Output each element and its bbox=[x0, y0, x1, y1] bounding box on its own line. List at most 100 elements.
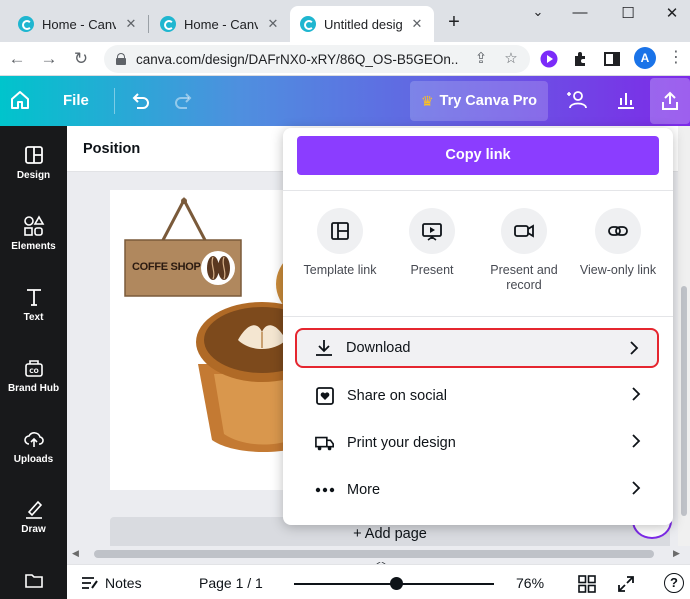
sidebar-item-label: Design bbox=[16, 170, 51, 181]
sidebar-item-label: Draw bbox=[21, 524, 46, 535]
download-icon bbox=[316, 340, 332, 356]
brand-hub-icon: CO bbox=[24, 360, 43, 377]
browser-tab-home-1[interactable]: Home - Canva ✕ bbox=[8, 6, 148, 42]
template-link-label: Template link bbox=[303, 263, 377, 277]
sidebar-item-label: Elements bbox=[11, 241, 56, 252]
canva-favicon-icon bbox=[300, 16, 316, 32]
tab-title: Untitled design bbox=[324, 16, 402, 32]
copy-link-button[interactable]: Copy link bbox=[297, 136, 659, 175]
download-label: Download bbox=[346, 340, 411, 356]
window-maximize-button[interactable]: ☐ bbox=[618, 4, 638, 22]
present-record-icon-circle bbox=[501, 208, 547, 254]
design-icon bbox=[24, 146, 43, 164]
help-icon[interactable]: ? bbox=[664, 573, 684, 593]
new-tab-button[interactable]: + bbox=[444, 12, 464, 32]
sidebar-item-label: Text bbox=[23, 312, 44, 323]
window-minimize-button[interactable]: — bbox=[570, 4, 590, 21]
share-page-icon[interactable]: ⇪ bbox=[472, 51, 490, 67]
sidebar-item-text[interactable]: Text bbox=[0, 286, 67, 346]
share-upload-icon bbox=[662, 91, 678, 110]
zoom-slider-knob[interactable] bbox=[390, 577, 403, 590]
share-social-icon-wrap bbox=[315, 386, 335, 406]
extensions-puzzle-icon[interactable] bbox=[572, 50, 590, 68]
zoom-level[interactable]: 76% bbox=[516, 575, 544, 591]
share-button[interactable] bbox=[650, 78, 690, 124]
share-on-social-label: Share on social bbox=[347, 388, 447, 404]
view-only-link-label: View-only link bbox=[579, 263, 657, 277]
uploads-icon bbox=[23, 432, 44, 447]
canva-favicon-icon bbox=[18, 16, 34, 32]
scroll-right-arrow-icon[interactable]: ▶ bbox=[673, 548, 680, 559]
try-canva-pro-button[interactable]: ♛ Try Canva Pro bbox=[410, 81, 548, 121]
fullscreen-icon[interactable] bbox=[617, 575, 635, 593]
sidebar-item-design[interactable]: Design bbox=[0, 144, 67, 204]
try-canva-pro-label: Try Canva Pro bbox=[439, 93, 538, 109]
header-divider bbox=[114, 88, 115, 114]
share-on-social-row[interactable]: Share on social bbox=[295, 376, 659, 416]
text-icon bbox=[26, 289, 41, 306]
template-link-option[interactable]: Template link bbox=[292, 208, 388, 278]
add-people-icon[interactable] bbox=[565, 88, 591, 112]
template-link-icon-circle bbox=[317, 208, 363, 254]
view-only-link-option[interactable]: View-only link bbox=[570, 208, 666, 278]
redo-icon[interactable] bbox=[173, 90, 195, 112]
scroll-left-arrow-icon[interactable]: ◀ bbox=[72, 548, 79, 559]
vertical-scroll-thumb[interactable] bbox=[681, 286, 687, 516]
page-indicator[interactable]: Page 1 / 1 bbox=[199, 575, 263, 591]
profile-avatar[interactable]: A bbox=[634, 47, 656, 69]
sidebar-item-brand-hub[interactable]: CO Brand Hub bbox=[0, 357, 67, 417]
browser-menu-icon[interactable]: ⋮ bbox=[668, 48, 684, 68]
sidebar-item-elements[interactable]: Elements bbox=[0, 215, 67, 275]
download-row[interactable]: Download bbox=[295, 328, 659, 368]
editor-footer: Notes Page 1 / 1 76% ? bbox=[67, 564, 690, 599]
tab-close-icon[interactable]: ✕ bbox=[124, 16, 138, 32]
sidebar-item-projects[interactable] bbox=[0, 569, 67, 599]
reload-icon[interactable]: ↻ bbox=[70, 49, 92, 69]
insights-chart-icon[interactable] bbox=[615, 89, 637, 111]
window-collapse-icon[interactable]: ⌄ bbox=[528, 4, 548, 20]
present-label: Present bbox=[410, 263, 454, 277]
tab-close-icon[interactable]: ✕ bbox=[410, 16, 424, 32]
notes-button[interactable]: Notes bbox=[81, 575, 142, 591]
print-your-design-row[interactable]: Print your design bbox=[295, 423, 659, 463]
home-icon[interactable] bbox=[9, 89, 31, 111]
sidebar-item-uploads[interactable]: Uploads bbox=[0, 428, 67, 488]
forward-arrow-icon[interactable]: → bbox=[38, 49, 60, 69]
file-menu[interactable]: File bbox=[63, 92, 89, 109]
tab-title: Home - Canva bbox=[42, 16, 116, 32]
present-and-record-option[interactable]: Present and record bbox=[476, 208, 572, 293]
grid-view-icon[interactable] bbox=[578, 575, 596, 593]
horizontal-scroll-thumb[interactable] bbox=[94, 550, 654, 558]
extension-play-icon[interactable] bbox=[540, 50, 558, 68]
bookmark-star-icon[interactable]: ☆ bbox=[502, 51, 520, 67]
elements-icon bbox=[23, 215, 44, 236]
position-button[interactable]: Position bbox=[83, 141, 140, 157]
share-dropdown-panel: Copy link Template link Present Present … bbox=[283, 128, 673, 525]
tab-close-icon[interactable]: ✕ bbox=[266, 16, 280, 32]
present-and-record-label: Present and record bbox=[490, 263, 558, 292]
browser-tab-untitled-design[interactable]: Untitled design ✕ bbox=[290, 6, 434, 42]
browser-tab-home-2[interactable]: Home - Canva ✕ bbox=[150, 6, 290, 42]
notes-label: Notes bbox=[105, 575, 142, 591]
horizontal-scrollbar[interactable]: ◀ ▶ bbox=[67, 546, 690, 562]
left-sidebar: Design Elements Text CO Brand Hub Upload… bbox=[0, 126, 67, 599]
canva-favicon-icon bbox=[160, 16, 176, 32]
lock-icon bbox=[116, 53, 126, 65]
print-truck-icon-wrap bbox=[315, 433, 335, 453]
more-row[interactable]: More bbox=[295, 470, 659, 510]
window-close-button[interactable]: ✕ bbox=[662, 4, 682, 22]
present-option[interactable]: Present bbox=[384, 208, 480, 278]
template-link-icon bbox=[331, 222, 349, 240]
side-panel-icon[interactable] bbox=[603, 50, 621, 68]
undo-icon[interactable] bbox=[129, 90, 151, 112]
share-social-icon bbox=[316, 387, 334, 405]
present-icon-circle bbox=[409, 208, 455, 254]
panel-divider bbox=[283, 190, 673, 191]
vertical-scrollbar[interactable] bbox=[678, 126, 690, 546]
sidebar-item-draw[interactable]: Draw bbox=[0, 498, 67, 558]
back-arrow-icon[interactable]: ← bbox=[6, 49, 28, 69]
sidebar-item-label: Uploads bbox=[13, 454, 54, 465]
notes-icon bbox=[82, 577, 98, 589]
canva-header: File ♛ Try Canva Pro bbox=[0, 76, 690, 126]
address-bar[interactable]: canva.com/design/DAFrNX0-xRY/86Q_OS-B5GE… bbox=[104, 45, 530, 73]
